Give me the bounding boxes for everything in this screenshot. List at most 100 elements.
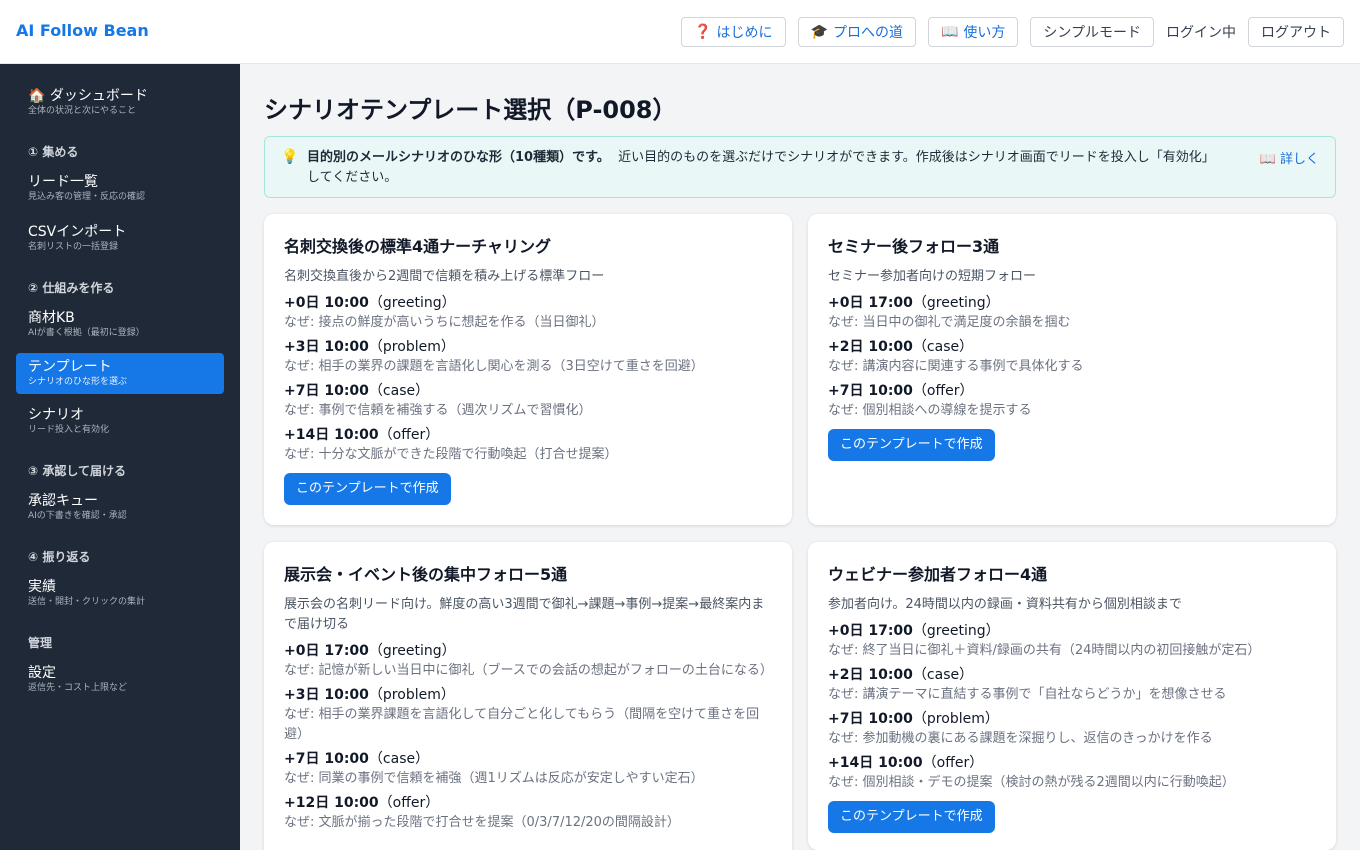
template-title: セミナー後フォロー3通: [828, 237, 1000, 256]
sidebar-item-sub: AIが書く根拠（最初に登録）: [28, 328, 145, 338]
create-from-template-button[interactable]: このテンプレートで作成: [828, 801, 995, 833]
sidebar-item-csv-import[interactable]: CSVインポート 名刺リストの一括登録: [16, 222, 224, 257]
step-timing: +7日 10:00: [828, 383, 913, 399]
sidebar-section-review: ④ 振り返る: [28, 550, 91, 564]
step-type: （problem）: [368, 339, 455, 355]
template-step: +0日 17:00（greeting） なぜ: 終了当日に御礼＋資料/録画の共有…: [828, 621, 1316, 661]
template-card: セミナー後フォロー3通 セミナー参加者向けの短期フォロー +0日 17:00（g…: [808, 214, 1336, 525]
step-timing: +2日 10:00: [828, 667, 913, 683]
step-type: （greeting）: [912, 623, 1000, 639]
step-reason: なぜ: 講演内容に関連する事例で具体化する: [828, 359, 1084, 374]
template-card: ウェビナー参加者フォロー4通 参加者向け。24時間以内の録画・資料共有から個別相…: [808, 542, 1336, 850]
top-nav: ❓ はじめに 🎓 プロへの道 📖 使い方 シンプルモード ログイン中 ログアウト: [681, 17, 1344, 47]
template-card: 名刺交換後の標準4通ナーチャリング 名刺交換直後から2週間で信頼を積み上げる標準…: [264, 214, 792, 525]
graduation-cap-icon: 🎓: [810, 24, 828, 40]
template-card: 展示会・イベント後の集中フォロー5通 展示会の名刺リード向け。鮮度の高い3週間で…: [264, 542, 792, 850]
sidebar-item-templates[interactable]: テンプレート シナリオのひな形を選ぶ: [16, 353, 224, 394]
main-content: シナリオテンプレート選択（P-008） 💡 目的別のメールシナリオのひな形（10…: [240, 64, 1360, 850]
usage-button[interactable]: 📖 使い方: [927, 17, 1019, 47]
template-title: 名刺交換後の標準4通ナーチャリング: [284, 237, 551, 256]
step-timing: +0日 17:00: [828, 623, 913, 639]
step-reason: なぜ: 同業の事例で信頼を補強（週1リズムは反応が安定しやすい定石）: [284, 771, 704, 786]
template-step: +12日 10:00（offer） なぜ: 文脈が揃った段階で打合せを提案（0/…: [284, 793, 772, 833]
step-timing: +12日 10:00: [284, 795, 379, 811]
question-icon: ❓: [694, 24, 712, 40]
pro-path-button[interactable]: 🎓 プロへの道: [797, 17, 916, 47]
template-step: +2日 10:00（case） なぜ: 講演テーマに直結する事例で「自社ならどう…: [828, 665, 1316, 705]
step-reason: なぜ: 事例で信頼を補強する（週次リズムで習慣化）: [284, 403, 592, 418]
sidebar-item-scenarios[interactable]: シナリオ リード投入と有効化: [16, 405, 224, 440]
template-description: 名刺交換直後から2週間で信頼を積み上げる標準フロー: [284, 269, 605, 284]
logout-button[interactable]: ログアウト: [1248, 17, 1344, 47]
sidebar-item-product-kb[interactable]: 商材KB AIが書く根拠（最初に登録）: [16, 308, 224, 343]
sidebar-item-results[interactable]: 実績 送信・開封・クリックの集計: [16, 577, 224, 612]
sidebar-item-sub: リード投入と有効化: [28, 425, 110, 435]
step-reason: なぜ: 接点の鮮度が高いうちに想起を作る（当日御礼）: [284, 315, 605, 330]
sidebar-item-label: テンプレート: [28, 359, 112, 375]
template-step: +3日 10:00（problem） なぜ: 相手の業界課題を言語化して自分ごと…: [284, 685, 772, 745]
sidebar-item-sub: 見込み客の管理・反応の確認: [28, 192, 146, 202]
sidebar-section-admin: 管理: [28, 636, 53, 650]
top-bar: AI Follow Bean ❓ はじめに 🎓 プロへの道 📖 使い方 シンプル…: [0, 0, 1360, 64]
step-reason: なぜ: 講演テーマに直結する事例で「自社ならどうか」を想像させる: [828, 687, 1227, 702]
create-from-template-button[interactable]: このテンプレートで作成: [284, 473, 451, 505]
step-timing: +14日 10:00: [828, 755, 923, 771]
sidebar-item-sub: 全体の状況と次にやること: [28, 106, 137, 116]
intro-button[interactable]: ❓ はじめに: [681, 17, 786, 47]
step-reason: なぜ: 相手の業界の課題を言語化し関心を測る（3日空けて重さを回避）: [284, 359, 704, 374]
create-from-template-button[interactable]: このテンプレートで作成: [828, 429, 995, 461]
details-link[interactable]: 📖 詳しく: [1260, 148, 1319, 167]
sidebar-item-leads[interactable]: リード一覧 見込み客の管理・反応の確認: [16, 172, 224, 207]
step-reason: なぜ: 文脈が揃った段階で打合せを提案（0/3/7/12/20の間隔設計）: [284, 815, 680, 830]
step-timing: +2日 10:00: [828, 339, 913, 355]
sidebar-item-label: シナリオ: [28, 407, 84, 423]
template-step: +14日 10:00（offer） なぜ: 十分な文脈ができた段階で行動喚起（打…: [284, 425, 772, 465]
template-step: +7日 10:00（offer） なぜ: 個別相談への導線を提示する: [828, 381, 1316, 421]
book-icon: 📖: [940, 24, 959, 40]
step-reason: なぜ: 相手の業界課題を言語化して自分ごと化してもらう（間隔を空けて重さを回避）: [284, 707, 760, 742]
step-reason: なぜ: 個別相談への導線を提示する: [828, 403, 1032, 418]
step-type: （greeting）: [368, 295, 456, 311]
step-timing: +0日 17:00: [284, 643, 369, 659]
sidebar-item-label: リード一覧: [28, 174, 98, 190]
sidebar-section-approve: ③ 承認して届ける: [28, 464, 126, 478]
simple-mode-button[interactable]: シンプルモード: [1030, 17, 1154, 47]
sidebar-item-sub: シナリオのひな形を選ぶ: [28, 377, 128, 387]
template-step: +14日 10:00（offer） なぜ: 個別相談・デモの提案（検討の熱が残る…: [828, 753, 1316, 793]
step-type: （offer）: [922, 755, 984, 771]
sidebar: 🏠 ダッシュボード 全体の状況と次にやること ① 集める リード一覧 見込み客の…: [0, 64, 240, 850]
step-type: （problem）: [368, 687, 455, 703]
step-reason: なぜ: 終了当日に御礼＋資料/録画の共有（24時間以内の初回接触が定石）: [828, 643, 1261, 658]
step-reason: なぜ: 十分な文脈ができた段階で行動喚起（打合せ提案）: [284, 447, 618, 462]
step-reason: なぜ: 参加動機の裏にある課題を深掘りし、返信のきっかけを作る: [828, 731, 1213, 746]
step-type: （case）: [912, 667, 974, 683]
step-timing: +7日 10:00: [284, 383, 369, 399]
step-timing: +0日 17:00: [828, 295, 913, 311]
step-timing: +7日 10:00: [284, 751, 369, 767]
step-timing: +3日 10:00: [284, 339, 369, 355]
template-title: 展示会・イベント後の集中フォロー5通: [284, 565, 568, 584]
template-title: ウェビナー参加者フォロー4通: [828, 565, 1048, 584]
info-banner-bold: 目的別のメールシナリオのひな形（10種類）です。: [307, 150, 610, 165]
step-type: （problem）: [912, 711, 999, 727]
template-step: +0日 10:00（greeting） なぜ: 接点の鮮度が高いうちに想起を作る…: [284, 293, 772, 333]
template-step: +7日 10:00（problem） なぜ: 参加動機の裏にある課題を深掘りし、…: [828, 709, 1316, 749]
step-type: （greeting）: [368, 643, 456, 659]
step-timing: +3日 10:00: [284, 687, 369, 703]
app-brand[interactable]: AI Follow Bean: [16, 21, 149, 40]
book-icon: 📖: [1259, 152, 1276, 167]
template-step: +2日 10:00（case） なぜ: 講演内容に関連する事例で具体化する: [828, 337, 1316, 377]
sidebar-item-dashboard[interactable]: 🏠 ダッシュボード 全体の状況と次にやること: [16, 86, 224, 121]
step-timing: +14日 10:00: [284, 427, 379, 443]
template-description: 参加者向け。24時間以内の録画・資料共有から個別相談まで: [828, 597, 1182, 612]
template-step: +3日 10:00（problem） なぜ: 相手の業界の課題を言語化し関心を測…: [284, 337, 772, 377]
login-status: ログイン中: [1166, 25, 1236, 41]
sidebar-item-settings[interactable]: 設定 返信先・コスト上限など: [16, 663, 224, 698]
details-link-label: 詳しく: [1279, 152, 1319, 167]
step-type: （case）: [368, 751, 430, 767]
step-type: （case）: [912, 339, 974, 355]
template-step: +7日 10:00（case） なぜ: 事例で信頼を補強する（週次リズムで習慣化…: [284, 381, 772, 421]
sidebar-item-approval-queue[interactable]: 承認キュー AIの下書きを確認・承認: [16, 491, 224, 526]
step-type: （offer）: [378, 427, 440, 443]
step-timing: +0日 10:00: [284, 295, 369, 311]
